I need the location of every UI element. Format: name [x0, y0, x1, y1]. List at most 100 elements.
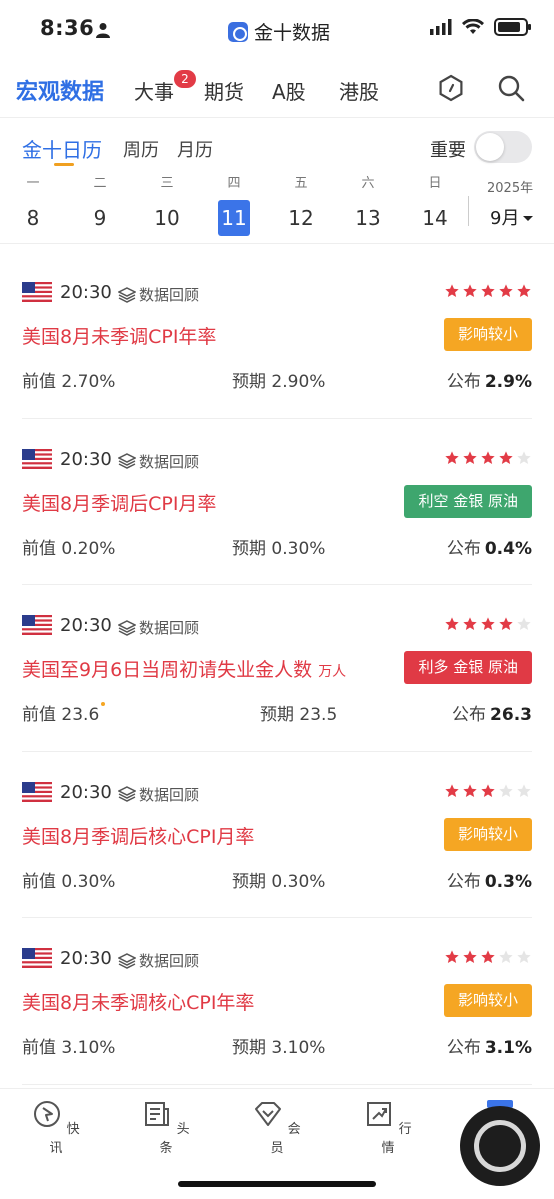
- day-cell[interactable]: 三 10: [147, 174, 187, 236]
- flash-news-icon: [34, 1101, 61, 1127]
- star-filled-icon: [463, 450, 477, 464]
- previous-number: 3.10%: [61, 1038, 116, 1058]
- nav-headlines[interactable]: 头条: [136, 1099, 196, 1156]
- data-review-link[interactable]: 数据回顾: [118, 451, 199, 472]
- weekday-label: 二: [93, 176, 107, 191]
- day-cell[interactable]: 二9: [80, 174, 120, 236]
- calendar-tabs: 金十日历 周历 月历 重要: [0, 118, 554, 174]
- month-picker[interactable]: 9月: [490, 204, 534, 230]
- weekday-label: 三: [160, 176, 174, 191]
- event-time: 20:30: [60, 615, 112, 636]
- us-flag-icon: [22, 448, 52, 469]
- day-cell-selected[interactable]: 四 11: [214, 174, 254, 236]
- data-review-link[interactable]: 数据回顾: [118, 617, 199, 638]
- event-card[interactable]: 20:30 数据回顾 美国8月季调后核心CPI月率 影响较小 前值 0.30% 预期 0.…: [22, 752, 532, 918]
- tab-jin10-calendar[interactable]: 金十日历: [22, 134, 102, 163]
- impact-tag: 利空 金银 原油: [404, 484, 532, 518]
- previous-label: 前值: [22, 705, 56, 725]
- event-title: 美国8月未季调核心CPI年率: [22, 988, 254, 1015]
- previous-value: 前值 2.70%: [22, 367, 115, 392]
- day-cell[interactable]: 一8: [13, 174, 53, 236]
- important-toggle[interactable]: [474, 131, 532, 163]
- us-flag-icon: [22, 282, 52, 302]
- tab-major-events-label: 大事: [134, 80, 174, 104]
- actual-label: 公布: [446, 1038, 481, 1058]
- previous-label: 前值: [22, 372, 56, 392]
- nav-membership[interactable]: 会员: [247, 1099, 307, 1156]
- tab-major-events[interactable]: 大事 2: [134, 70, 196, 105]
- actual-number: 0.4%: [484, 538, 532, 559]
- data-review-link[interactable]: 数据回顾: [118, 950, 199, 971]
- event-card[interactable]: 20:30 数据回顾 美国8月未季调CPI年率 影响较小 前值 2.70% 预期 2.90…: [22, 252, 532, 419]
- data-review-link[interactable]: 数据回顾: [118, 784, 199, 805]
- importance-stars: [444, 450, 532, 466]
- impact-tag: 影响较小: [443, 984, 532, 1017]
- event-title-text: 美国8月未季调核心CPI年率: [22, 992, 255, 1014]
- importance-stars: [444, 783, 532, 799]
- event-title-text: 美国8月季调后CPI月率: [22, 492, 217, 515]
- data-review-label: 数据回顾: [139, 952, 200, 970]
- forecast-value: 预期 0.30%: [232, 867, 325, 892]
- importance-stars: [444, 949, 532, 965]
- search-icon[interactable]: [496, 73, 526, 103]
- previous-value: 前值 0.30%: [22, 867, 115, 892]
- year-label: 2025年: [487, 181, 534, 196]
- previous-label: 前值: [22, 538, 56, 559]
- data-review-link[interactable]: 数据回顾: [118, 284, 199, 305]
- weekday-label: 五: [294, 176, 308, 191]
- event-values: 前值 0.30% 预期 0.30% 公布 0.3%: [22, 867, 532, 892]
- event-time: 20:30: [60, 448, 112, 470]
- floating-assistive-button[interactable]: [460, 1106, 540, 1186]
- event-title: 美国8月季调后核心CPI月率: [22, 822, 254, 849]
- tab-a-shares[interactable]: A股: [272, 76, 306, 105]
- layers-icon: [118, 286, 136, 303]
- data-review-label: 数据回顾: [139, 286, 200, 304]
- event-card[interactable]: 20:30 数据回顾 美国8月季调后CPI月率 利空 金银 原油 前值 0.20% 预期 …: [22, 419, 532, 585]
- event-header: 20:30 数据回顾: [22, 448, 532, 472]
- event-card[interactable]: 20:30 数据回顾 美国至9月6日当周初请失业金人数 万人 利多 金银 原油 前值 23…: [22, 585, 532, 752]
- actual-value: 公布 3.1%: [447, 1033, 532, 1058]
- nav-market[interactable]: 行情: [358, 1099, 418, 1156]
- actual-value: 公布 0.4%: [447, 534, 532, 559]
- event-list: 20:30 数据回顾 美国8月未季调CPI年率 影响较小 前值 2.70% 预期 2.90…: [0, 252, 554, 1085]
- event-title-text: 美国至9月6日当周初请失业金人数: [22, 659, 313, 681]
- headline-icon: [145, 1102, 170, 1126]
- day-cell[interactable]: 五 12: [281, 174, 321, 236]
- date-number: 12: [288, 206, 314, 230]
- weekday-label: 日: [428, 176, 442, 191]
- star-filled-icon: [481, 950, 495, 963]
- tab-futures[interactable]: 期货: [204, 76, 244, 105]
- star-filled-icon: [499, 450, 513, 464]
- event-header: 20:30 数据回顾: [22, 781, 532, 805]
- event-header: 20:30 数据回顾: [22, 615, 532, 637]
- data-review-label: 数据回顾: [139, 785, 200, 804]
- weekday-label: 四: [227, 176, 241, 191]
- event-header: 20:30 数据回顾: [22, 282, 532, 304]
- us-flag-icon: [22, 781, 52, 802]
- actual-number: 3.1%: [484, 1038, 532, 1058]
- status-bar: 8:36 金十数据: [0, 0, 554, 60]
- actual-label: 公布: [446, 871, 481, 892]
- day-cell[interactable]: 六 13: [348, 174, 388, 236]
- week-divider: [468, 196, 469, 226]
- star-filled-icon: [463, 950, 477, 963]
- hexagon-icon[interactable]: [436, 73, 466, 103]
- day-cell[interactable]: 日 14: [415, 174, 455, 236]
- event-values: 前值 2.70% 预期 2.90% 公布 2.9%: [22, 367, 532, 392]
- tab-monthly-calendar[interactable]: 月历: [177, 136, 213, 162]
- event-title: 美国至9月6日当周初请失业金人数 万人: [22, 655, 346, 682]
- layers-icon: [118, 786, 136, 802]
- tab-hk-stocks[interactable]: 港股: [339, 76, 379, 105]
- star-filled-icon: [445, 783, 459, 797]
- star-empty-icon: [517, 617, 531, 630]
- event-title-text: 美国8月未季调CPI年率: [22, 326, 217, 348]
- forecast-number: 0.30%: [271, 538, 326, 559]
- nav-flash-news[interactable]: 快讯: [26, 1099, 86, 1156]
- date-number: 8: [26, 206, 40, 230]
- tab-macro-data[interactable]: 宏观数据: [16, 74, 104, 106]
- battery-icon: [494, 18, 531, 36]
- app-logo-icon: [228, 21, 248, 42]
- event-card[interactable]: 20:30 数据回顾 美国8月未季调核心CPI年率 影响较小 前值 3.10% 预期 3.…: [22, 918, 532, 1085]
- tab-weekly-calendar[interactable]: 周历: [123, 136, 159, 162]
- home-indicator: [178, 1181, 376, 1187]
